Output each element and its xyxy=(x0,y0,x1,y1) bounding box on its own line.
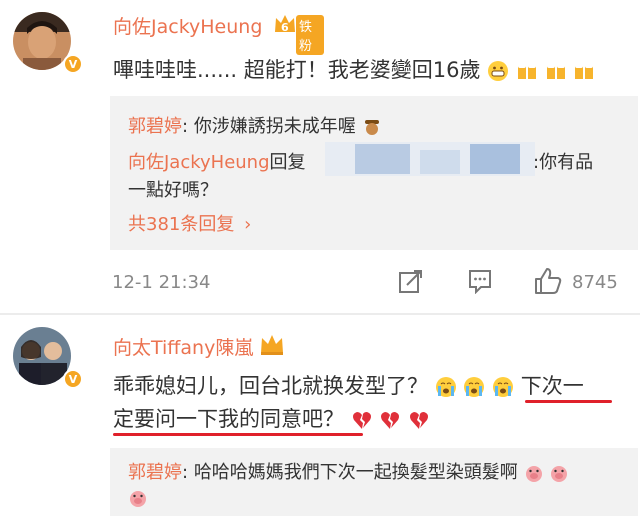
beer-emoji-icon xyxy=(575,64,594,79)
reply-sep: : xyxy=(182,116,189,137)
redacted-username-block xyxy=(325,142,535,176)
post-divider xyxy=(0,313,640,315)
broken-heart-icon xyxy=(381,412,400,429)
reply-item[interactable]: 郭碧婷: 哈哈哈媽媽我們下次一起換髮型染頭髮啊 xyxy=(128,458,569,484)
crying-emoji-icon xyxy=(435,377,456,397)
fan-badge-label: 铁粉 xyxy=(296,15,324,55)
beer-emoji-icon xyxy=(517,64,536,79)
crying-emoji-icon xyxy=(464,377,485,397)
verified-badge-icon: V xyxy=(63,369,83,389)
pig-face-emoji-icon xyxy=(128,488,148,512)
post1-text-content: 嗶哇哇哇...... 超能打！我老婆變回16歲 xyxy=(113,58,481,82)
reply-text: 你涉嫌誘拐未成年喔 xyxy=(193,116,356,137)
more-replies-label[interactable]: 共381条回复 xyxy=(128,214,234,235)
broken-heart-icon xyxy=(352,412,371,429)
repost-icon[interactable] xyxy=(398,268,424,294)
red-underline-annotation xyxy=(525,400,612,403)
reply-author[interactable]: 郭碧婷 xyxy=(128,116,182,137)
reply-item[interactable]: 向佐JackyHeung回复 xyxy=(128,148,306,174)
reply-item[interactable]: 郭碧婷: 你涉嫌誘拐未成年喔 xyxy=(128,112,382,138)
like-icon[interactable] xyxy=(533,266,563,296)
grin-emoji-icon xyxy=(488,61,509,81)
reply-text-line2: 一點好嗎？ xyxy=(128,180,218,201)
post2-text-c: 定要问一下我的同意吧？ xyxy=(113,407,344,431)
reply-text: 哈哈哈媽媽我們下次一起換髮型染頭髮啊 xyxy=(193,462,518,483)
reply-text-prefix: 回复 xyxy=(269,152,306,173)
cowboy-emoji-icon xyxy=(364,120,379,135)
reply-author[interactable]: 向佐JackyHeung xyxy=(128,152,270,173)
fan-level-number: 6 xyxy=(281,21,289,34)
chevron-right-icon: › xyxy=(244,214,252,235)
comment-icon[interactable] xyxy=(467,268,493,295)
pig-face-emoji-icon xyxy=(551,466,568,482)
post1-text: 嗶哇哇哇...... 超能打！我老婆變回16歲 xyxy=(113,54,595,84)
post2-text-a: 乖乖媳妇儿，回台北就换发型了？ xyxy=(113,374,428,398)
pig-face-emoji-icon xyxy=(525,466,542,482)
broken-heart-icon xyxy=(410,412,429,429)
more-replies-link[interactable]: 共381条回复 › xyxy=(128,210,251,236)
post2-text-line2: 定要问一下我的同意吧？ xyxy=(113,403,430,433)
post2-text-b: 下次一 xyxy=(520,374,584,398)
post1-username[interactable]: 向佐JackyHeung xyxy=(113,12,262,39)
verified-badge-icon: V xyxy=(63,54,83,74)
post2-text-line1: 乖乖媳妇儿，回台北就换发型了？ 下次一 xyxy=(113,370,584,400)
reply-text-suffix: :你有品 xyxy=(533,152,594,173)
crying-emoji-icon xyxy=(493,377,514,397)
reply-author[interactable]: 郭碧婷 xyxy=(128,462,182,483)
red-underline-annotation xyxy=(113,433,363,436)
like-count: 8745 xyxy=(572,272,618,293)
reply-sep: : xyxy=(182,462,189,483)
crown-icon xyxy=(258,331,286,357)
beer-emoji-icon xyxy=(546,64,565,79)
post1-timestamp: 12-1 21:34 xyxy=(112,272,211,293)
fan-level-badge: 6 铁粉 xyxy=(272,12,324,55)
post2-username[interactable]: 向太Tiffany陳嵐 xyxy=(113,333,253,360)
